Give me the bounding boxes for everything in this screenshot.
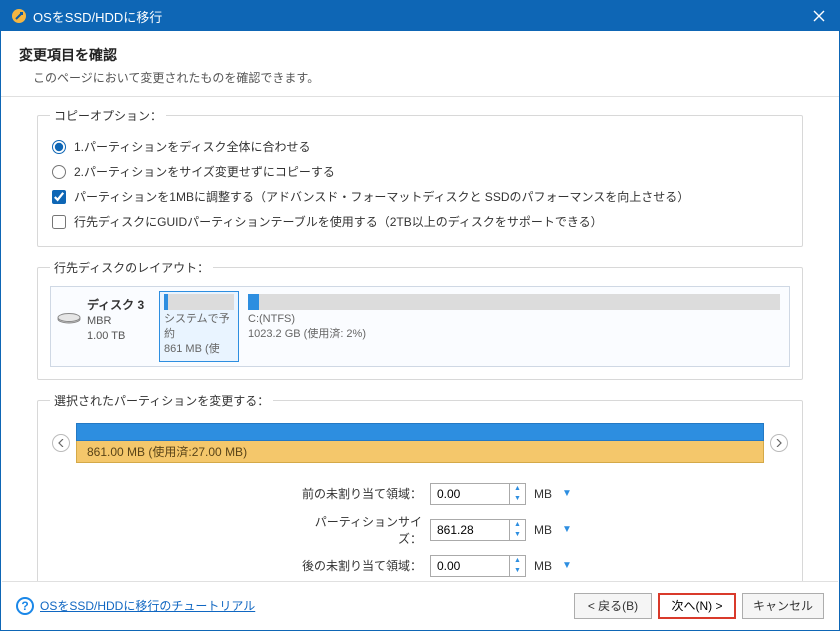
unit-dropdown[interactable]: ▼ [560, 560, 572, 571]
next-partition-button[interactable] [770, 434, 788, 452]
radio-no-resize[interactable] [52, 165, 66, 179]
partition-size-input[interactable]: ▲▼ [430, 519, 526, 541]
spin-up-icon[interactable]: ▲ [509, 556, 525, 566]
selected-partition-legend: 選択されたパーティションを変更する： [50, 392, 273, 409]
checkbox-use-gpt[interactable] [52, 215, 66, 229]
spin-down-icon[interactable]: ▼ [509, 566, 525, 576]
prev-partition-button[interactable] [52, 434, 70, 452]
page-title: 変更項目を確認 [19, 45, 821, 65]
partition-system-reserved[interactable]: システムで予約 861 MB (使 [159, 291, 239, 362]
page-subtitle: このページにおいて変更されたものを確認できます。 [19, 69, 821, 86]
hdd-icon [57, 297, 81, 360]
titlebar: OSをSSD/HDDに移行 [1, 1, 839, 31]
partition-label: C:(NTFS) [248, 312, 780, 327]
unit-dropdown[interactable]: ▼ [560, 524, 572, 535]
unit-dropdown[interactable]: ▼ [560, 488, 572, 499]
checkbox-align-1mb[interactable] [52, 190, 66, 204]
after-unalloc-label: 後の未割り当て領域： [292, 557, 422, 574]
option-use-gpt[interactable]: 行先ディスクにGUIDパーティションテーブルを使用する（2TB以上のディスクをサ… [50, 209, 790, 234]
copy-options-legend: コピーオプション： [50, 107, 166, 124]
unit-label: MB [534, 523, 552, 537]
disk-name: ディスク 3 [87, 297, 144, 314]
app-icon [11, 8, 27, 24]
after-unalloc-input[interactable]: ▲▼ [430, 555, 526, 577]
partition-info-text: 861.00 MB (使用済:27.00 MB) [76, 441, 764, 463]
disk-type: MBR [87, 314, 144, 329]
footer: ? OSをSSD/HDDに移行のチュートリアル < 戻る(B) 次へ(N) > … [2, 581, 838, 629]
partition-size: 861 MB (使 [164, 342, 234, 357]
selected-partition-group: 選択されたパーティションを変更する： 861.00 MB (使用済:27.00 … [37, 392, 803, 600]
spin-down-icon[interactable]: ▼ [509, 530, 525, 540]
spin-up-icon[interactable]: ▲ [509, 484, 525, 494]
disk-size: 1.00 TB [87, 329, 144, 344]
partition-size-label: パーティションサイズ： [292, 513, 422, 547]
option-no-resize[interactable]: 2.パーティションをサイズ変更せずにコピーする [50, 159, 790, 184]
spin-up-icon[interactable]: ▲ [509, 520, 525, 530]
before-unalloc-field[interactable] [431, 484, 509, 504]
option-use-gpt-label: 行先ディスクにGUIDパーティションテーブルを使用する（2TB以上のディスクをサ… [74, 213, 603, 230]
spin-down-icon[interactable]: ▼ [509, 494, 525, 504]
disk-info: ディスク 3 MBR 1.00 TB [55, 291, 155, 362]
back-button[interactable]: < 戻る(B) [574, 593, 652, 619]
option-align-1mb-label: パーティションを1MBに調整する（アドバンスド・フォーマットディスクと SSDの… [74, 188, 689, 205]
before-unalloc-input[interactable]: ▲▼ [430, 483, 526, 505]
option-align-1mb[interactable]: パーティションを1MBに調整する（アドバンスド・フォーマットディスクと SSDの… [50, 184, 790, 209]
disk-layout-legend: 行先ディスクのレイアウト： [50, 259, 213, 276]
partition-size-bar[interactable]: 861.00 MB (使用済:27.00 MB) [76, 423, 764, 463]
partition-size-field[interactable] [431, 520, 509, 540]
before-unalloc-label: 前の未割り当て領域： [292, 485, 422, 502]
page-header: 変更項目を確認 このページにおいて変更されたものを確認できます。 [1, 31, 839, 97]
partition-label: システムで予約 [164, 312, 234, 342]
cancel-button[interactable]: キャンセル [742, 593, 824, 619]
option-no-resize-label: 2.パーティションをサイズ変更せずにコピーする [74, 163, 335, 180]
help-icon: ? [16, 597, 34, 615]
after-unalloc-field[interactable] [431, 556, 509, 576]
partition-size: 1023.2 GB (使用済: 2%) [248, 327, 780, 342]
unit-label: MB [534, 559, 552, 573]
disk-layout-group: 行先ディスクのレイアウト： ディスク 3 MBR 1.00 TB システムで予約… [37, 259, 803, 380]
option-fit-disk-label: 1.パーティションをディスク全体に合わせる [74, 138, 310, 155]
close-button[interactable] [799, 1, 839, 31]
window-title: OSをSSD/HDDに移行 [33, 7, 799, 26]
unit-label: MB [534, 487, 552, 501]
option-fit-disk[interactable]: 1.パーティションをディスク全体に合わせる [50, 134, 790, 159]
copy-options-group: コピーオプション： 1.パーティションをディスク全体に合わせる 2.パーティショ… [37, 107, 803, 247]
tutorial-link[interactable]: OSをSSD/HDDに移行のチュートリアル [40, 597, 255, 614]
partition-c[interactable]: C:(NTFS) 1023.2 GB (使用済: 2%) [243, 291, 785, 362]
next-button[interactable]: 次へ(N) > [658, 593, 736, 619]
radio-fit-disk[interactable] [52, 140, 66, 154]
